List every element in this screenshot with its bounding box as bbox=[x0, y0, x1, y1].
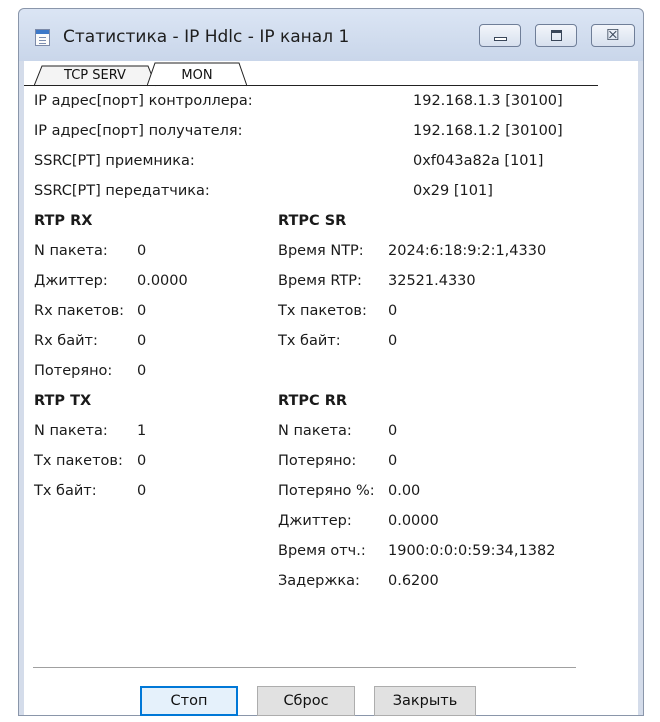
tab-strip: TCP SERV MON bbox=[24, 61, 638, 87]
rtpc-rr-value: 1900:0:0:0:59:34,1382 bbox=[388, 543, 556, 559]
rtp-rx-label: N пакета: bbox=[34, 243, 108, 259]
rtpc-sr-value: 2024:6:18:9:2:1,4330 bbox=[388, 243, 547, 259]
dialog-body: TCP SERV MON IP адрес[порт] контроллера:… bbox=[24, 61, 638, 715]
document-icon bbox=[35, 29, 50, 46]
rtp-tx-value: 0 bbox=[137, 453, 147, 469]
info-label-ssrc-rx: SSRC[PT] приемника: bbox=[34, 153, 195, 169]
window-title: Статистика - IP Hdlc - IP канал 1 bbox=[63, 27, 350, 47]
rtp-tx-label: N пакета: bbox=[34, 423, 108, 439]
rtp-tx-label: Tx байт: bbox=[34, 483, 97, 499]
rtp-rx-value: 0.0000 bbox=[137, 273, 188, 289]
minimize-icon bbox=[494, 37, 507, 41]
rtpc-rr-label: Джиттер: bbox=[278, 513, 352, 529]
rtp-tx-value: 1 bbox=[137, 423, 147, 439]
restore-icon bbox=[551, 30, 562, 41]
restore-button[interactable] bbox=[535, 24, 577, 47]
rtp-tx-label: Tx пакетов: bbox=[34, 453, 123, 469]
rtpc-sr-label: Время NTP: bbox=[278, 243, 364, 259]
rtpc-sr-label: Время RTP: bbox=[278, 273, 362, 289]
divider bbox=[33, 667, 576, 668]
close-window-button[interactable]: ☒ bbox=[591, 24, 635, 47]
close-icon: ☒ bbox=[606, 26, 620, 44]
rtpc-rr-value: 0.0000 bbox=[388, 513, 439, 529]
rtp-rx-value: 0 bbox=[137, 303, 147, 319]
info-label-ssrc-tx: SSRC[PT] передатчика: bbox=[34, 183, 210, 199]
info-value-ssrc-rx: 0xf043a82a [101] bbox=[413, 153, 544, 169]
rtpc-rr-label: Время отч.: bbox=[278, 543, 366, 559]
rtp-rx-label: Джиттер: bbox=[34, 273, 108, 289]
rtpc-rr-value: 0 bbox=[388, 453, 398, 469]
info-value-receiver: 192.168.1.2 [30100] bbox=[413, 123, 563, 139]
rtp-rx-value: 0 bbox=[137, 363, 147, 379]
close-button[interactable]: Закрыть bbox=[374, 686, 476, 716]
rtpc-rr-value: 0.00 bbox=[388, 483, 421, 499]
info-label-receiver: IP адрес[порт] получателя: bbox=[34, 123, 243, 139]
rtpc-sr-value: 32521.4330 bbox=[388, 273, 476, 289]
rtpc-rr-label: Потеряно: bbox=[278, 453, 357, 469]
tab-mon[interactable]: MON bbox=[147, 62, 247, 87]
tab-tcp-serv[interactable]: TCP SERV bbox=[34, 65, 156, 87]
title-bar[interactable]: Статистика - IP Hdlc - IP канал 1 ☒ bbox=[19, 9, 643, 61]
rtp-tx-heading: RTP TX bbox=[34, 393, 92, 409]
rtpc-sr-value: 0 bbox=[388, 333, 398, 349]
rtpc-sr-label: Tx пакетов: bbox=[278, 303, 367, 319]
rtp-rx-value: 0 bbox=[137, 243, 147, 259]
rtp-rx-label: Rx пакетов: bbox=[34, 303, 125, 319]
minimize-button[interactable] bbox=[479, 24, 521, 47]
rtpc-sr-value: 0 bbox=[388, 303, 398, 319]
info-label-controller: IP адрес[порт] контроллера: bbox=[34, 93, 253, 109]
rtpc-rr-value: 0 bbox=[388, 423, 398, 439]
info-value-ssrc-tx: 0x29 [101] bbox=[413, 183, 493, 199]
rtpc-sr-label: Tx байт: bbox=[278, 333, 341, 349]
tab-baseline bbox=[24, 85, 598, 86]
statistics-window: Статистика - IP Hdlc - IP канал 1 ☒ TCP … bbox=[18, 8, 644, 716]
tab-label: TCP SERV bbox=[64, 68, 126, 83]
rtpc-rr-heading: RTPC RR bbox=[278, 393, 348, 409]
reset-button[interactable]: Сброс bbox=[257, 686, 355, 716]
rtp-rx-heading: RTP RX bbox=[34, 213, 93, 229]
rtpc-rr-label: N пакета: bbox=[278, 423, 352, 439]
stop-button[interactable]: Стоп bbox=[140, 686, 238, 716]
rtpc-rr-label: Задержка: bbox=[278, 573, 360, 589]
rtp-rx-value: 0 bbox=[137, 333, 147, 349]
rtp-rx-label: Rx байт: bbox=[34, 333, 98, 349]
rtpc-sr-heading: RTPC SR bbox=[278, 213, 347, 229]
rtp-tx-value: 0 bbox=[137, 483, 147, 499]
tab-label: MON bbox=[181, 68, 213, 83]
info-value-controller: 192.168.1.3 [30100] bbox=[413, 93, 563, 109]
rtpc-rr-value: 0.6200 bbox=[388, 573, 439, 589]
rtpc-rr-label: Потеряно %: bbox=[278, 483, 375, 499]
rtp-rx-label: Потеряно: bbox=[34, 363, 113, 379]
